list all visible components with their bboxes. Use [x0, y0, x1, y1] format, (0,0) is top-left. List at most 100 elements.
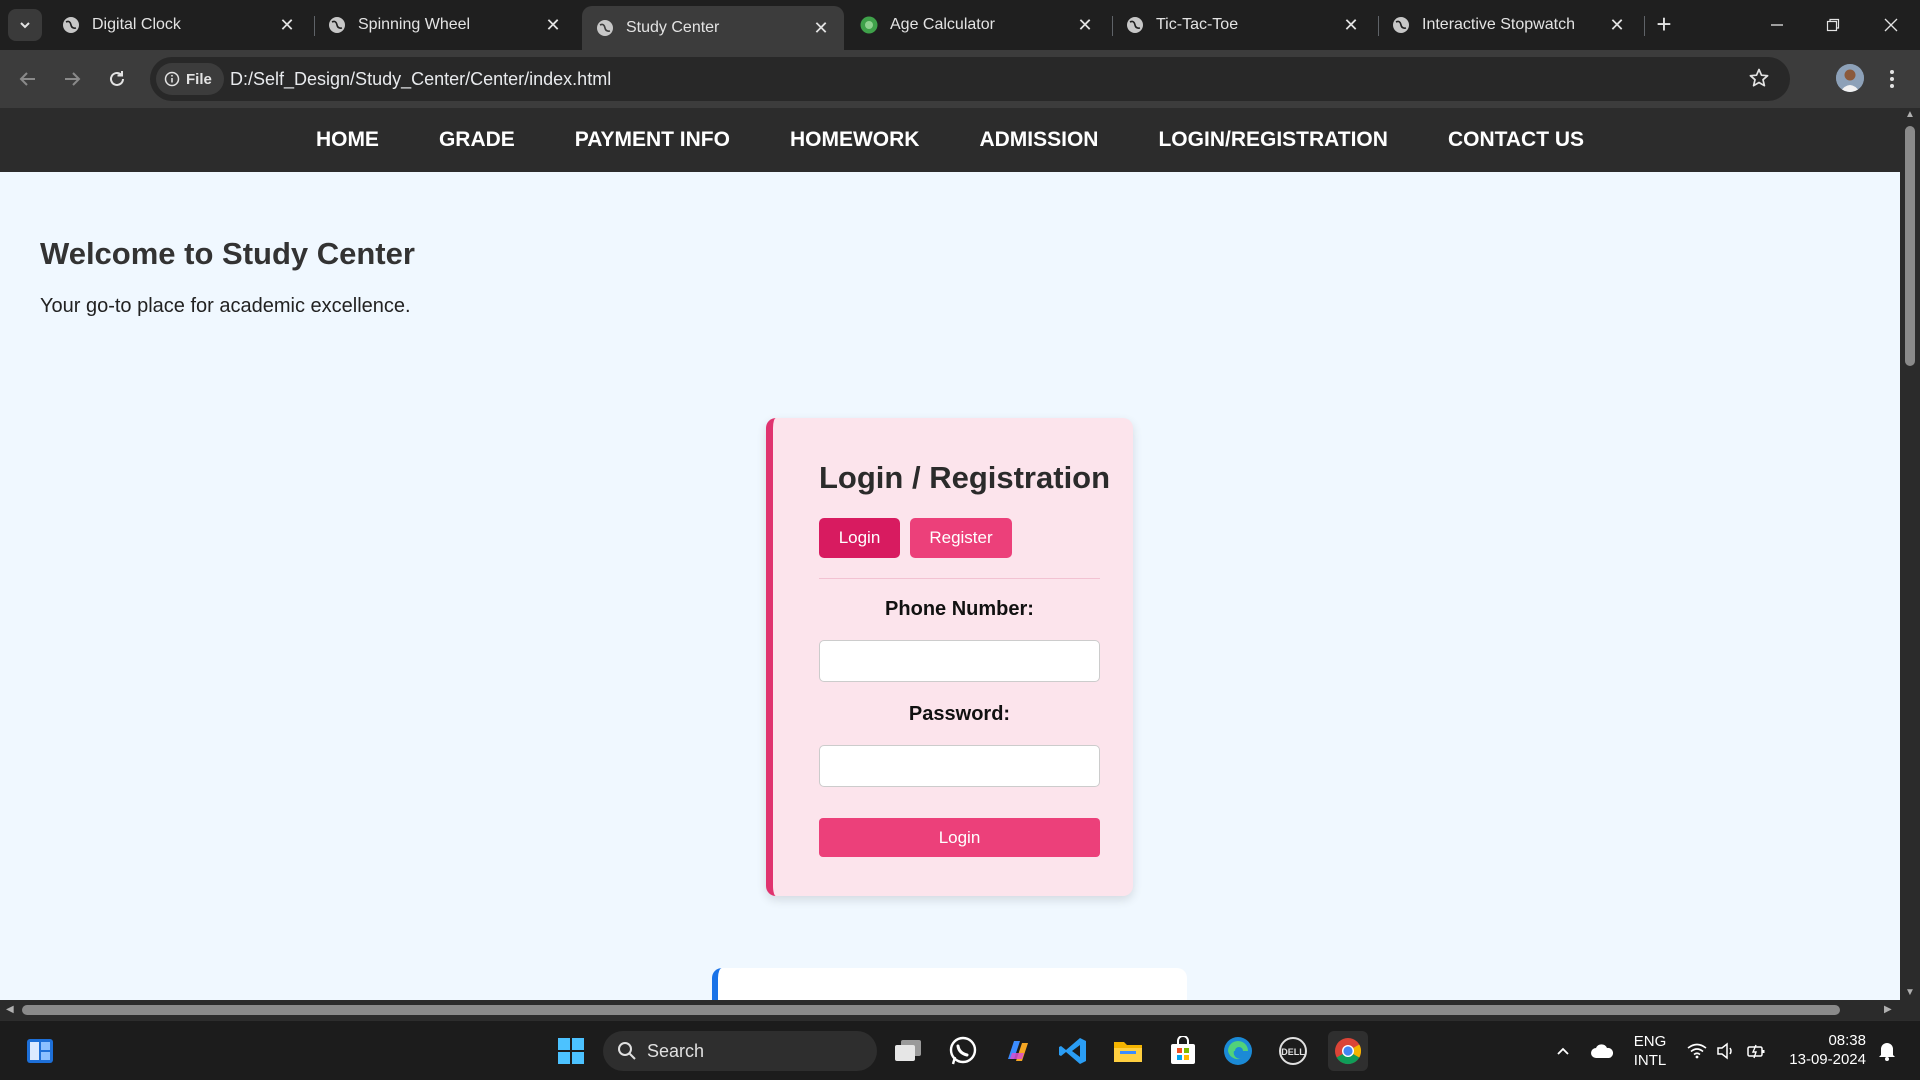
browser-tab[interactable]: Age Calculator ✕ — [846, 6, 1108, 44]
login-tab-button[interactable]: Login — [819, 518, 900, 558]
taskbar-search-box[interactable]: Search — [603, 1031, 877, 1071]
windows-start-icon[interactable] — [551, 1031, 591, 1071]
clock-date: 13-09-2024 — [1789, 1051, 1866, 1068]
welcome-heading: Welcome to Study Center — [40, 236, 415, 271]
nav-link-grade[interactable]: GRADE — [439, 128, 515, 152]
login-registration-card: Login / Registration Login Register Phon… — [766, 418, 1133, 896]
browser-tab-active[interactable]: Study Center ✕ — [582, 6, 844, 50]
microsoft-store-icon[interactable] — [1163, 1031, 1203, 1071]
close-icon[interactable]: ✕ — [810, 17, 832, 39]
tab-title: Tic-Tac-Toe — [1156, 16, 1239, 33]
taskbar-clock[interactable]: 08:38 13-09-2024 — [1776, 1031, 1866, 1069]
password-label: Password: — [908, 703, 1011, 725]
minimize-icon[interactable] — [1762, 10, 1792, 40]
tab-title: Age Calculator — [890, 16, 995, 33]
browser-tab[interactable]: Interactive Stopwatch ✕ — [1378, 6, 1640, 44]
close-icon[interactable]: ✕ — [1606, 14, 1628, 36]
new-tab-plus-icon[interactable]: + — [1651, 11, 1677, 38]
scroll-up-arrow-icon[interactable]: ▲ — [1905, 110, 1915, 120]
close-icon[interactable]: ✕ — [542, 14, 564, 36]
horizontal-scroll-thumb[interactable] — [22, 1005, 1840, 1015]
search-label: Search — [647, 1040, 705, 1061]
onedrive-cloud-icon[interactable] — [1582, 1031, 1622, 1071]
search-icon — [618, 1042, 636, 1060]
chevron-down-icon — [20, 22, 30, 29]
globe-icon — [597, 20, 613, 36]
browser-tab[interactable]: Digital Clock ✕ — [48, 6, 310, 44]
widgets-icon[interactable] — [20, 1031, 60, 1071]
close-icon[interactable]: ✕ — [1340, 14, 1362, 36]
nav-link-home[interactable]: HOME — [316, 128, 379, 152]
tab-search-button[interactable] — [8, 9, 42, 41]
tab-title: Study Center — [626, 19, 720, 36]
globe-icon — [63, 17, 79, 33]
dell-icon[interactable]: DELL — [1273, 1031, 1313, 1071]
url-text[interactable]: D:/Self_Design/Study_Center/Center/index… — [230, 69, 611, 90]
edge-browser-icon[interactable] — [1218, 1031, 1258, 1071]
more-menu-icon[interactable] — [1882, 63, 1902, 95]
restore-icon[interactable] — [1818, 10, 1848, 40]
nav-link-contact-us[interactable]: CONTACT US — [1448, 128, 1584, 152]
chrome-icon[interactable] — [1328, 1031, 1368, 1071]
close-icon[interactable]: ✕ — [276, 14, 298, 36]
site-info-chip[interactable]: File — [156, 63, 224, 95]
globe-icon — [329, 17, 345, 33]
scroll-left-arrow-icon[interactable]: ◀ — [6, 1005, 14, 1015]
scroll-down-arrow-icon[interactable]: ▼ — [1905, 988, 1915, 998]
address-bar[interactable]: File D:/Self_Design/Study_Center/Center/… — [150, 57, 1790, 101]
vertical-scrollbar[interactable]: ▲ ▼ — [1900, 108, 1920, 1000]
browser-tab-strip: Digital Clock ✕ Spinning Wheel ✕ Study C… — [0, 0, 1920, 50]
copilot-icon[interactable] — [998, 1031, 1038, 1071]
phone-number-input[interactable] — [819, 640, 1100, 682]
windows-taskbar: Search DELL ENG INTL 08:38 13-09-2024 — [0, 1020, 1920, 1080]
battery-icon[interactable] — [1736, 1031, 1776, 1071]
nav-link-payment-info[interactable]: PAYMENT INFO — [575, 128, 730, 152]
profile-avatar[interactable] — [1836, 64, 1864, 92]
calculator-app-icon — [860, 16, 878, 34]
phone-label: Phone Number: — [885, 598, 1034, 620]
register-tab-button[interactable]: Register — [910, 518, 1012, 558]
tab-title: Digital Clock — [92, 16, 181, 33]
task-view-icon[interactable] — [888, 1031, 928, 1071]
whatsapp-icon[interactable] — [943, 1031, 983, 1071]
file-explorer-icon[interactable] — [1108, 1031, 1148, 1071]
site-navbar: HOME GRADE PAYMENT INFO HOMEWORK ADMISSI… — [0, 108, 1900, 172]
password-input[interactable] — [819, 745, 1100, 787]
tab-title: Spinning Wheel — [358, 16, 471, 33]
scrollbar-corner — [1900, 1000, 1920, 1020]
svg-text:DELL: DELL — [1281, 1047, 1305, 1057]
browser-toolbar: File D:/Self_Design/Study_Center/Center/… — [0, 50, 1920, 108]
close-window-icon[interactable] — [1876, 10, 1906, 40]
info-icon — [164, 71, 180, 87]
nav-link-admission[interactable]: ADMISSION — [979, 128, 1098, 152]
card-title: Login / Registration — [819, 460, 1111, 495]
divider — [819, 578, 1100, 579]
page-viewport: HOME GRADE PAYMENT INFO HOMEWORK ADMISSI… — [0, 108, 1900, 1000]
globe-icon — [1393, 17, 1409, 33]
notification-bell-icon[interactable] — [1867, 1031, 1907, 1071]
close-icon[interactable]: ✕ — [1074, 14, 1096, 36]
vertical-scroll-thumb[interactable] — [1905, 126, 1915, 366]
nav-link-homework[interactable]: HOMEWORK — [790, 128, 920, 152]
welcome-subtitle: Your go-to place for academic excellence… — [40, 295, 411, 317]
forward-arrow-icon[interactable] — [56, 63, 88, 95]
language-indicator[interactable]: ENG INTL — [1630, 1032, 1670, 1070]
login-submit-button[interactable]: Login — [819, 818, 1100, 857]
next-section-card — [712, 968, 1187, 1000]
browser-tab[interactable]: Tic-Tac-Toe ✕ — [1112, 6, 1374, 44]
horizontal-scrollbar[interactable]: ◀ ▶ — [0, 1000, 1900, 1020]
reload-icon[interactable] — [101, 63, 133, 95]
scroll-right-arrow-icon[interactable]: ▶ — [1884, 1005, 1892, 1015]
tab-separator — [1644, 16, 1645, 36]
chevron-up-icon[interactable] — [1543, 1031, 1583, 1071]
nav-link-login-registration[interactable]: LOGIN/REGISTRATION — [1158, 128, 1387, 152]
bookmark-star-icon[interactable] — [1748, 67, 1770, 94]
browser-tab[interactable]: Spinning Wheel ✕ — [314, 6, 576, 44]
keyboard-layout: INTL — [1633, 1052, 1667, 1069]
language-code: ENG — [1633, 1033, 1667, 1050]
globe-icon — [1127, 17, 1143, 33]
clock-time: 08:38 — [1828, 1032, 1866, 1049]
tab-title: Interactive Stopwatch — [1422, 16, 1575, 33]
vscode-icon[interactable] — [1053, 1031, 1093, 1071]
back-arrow-icon[interactable] — [12, 63, 44, 95]
